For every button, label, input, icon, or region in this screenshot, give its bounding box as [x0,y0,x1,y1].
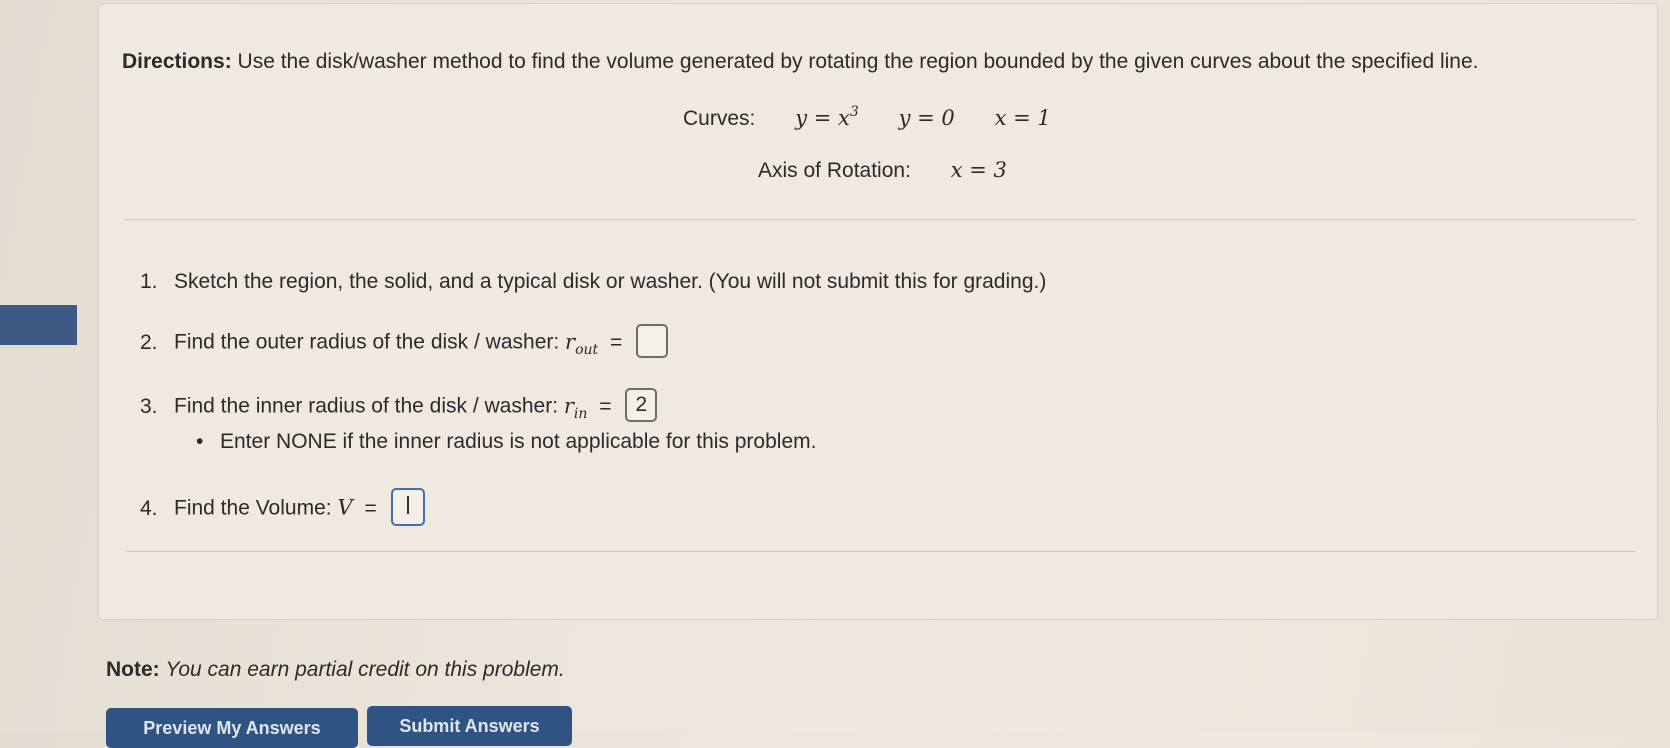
divider-bottom [126,551,1636,552]
directions: Directions: Use the disk/washer method t… [122,50,1622,74]
note: Note: You can earn partial credit on thi… [106,658,565,682]
directions-label: Directions: [122,50,232,73]
note-label: Note: [106,658,160,681]
sidebar-tab[interactable] [0,305,77,345]
equals-sign: = [599,394,612,418]
step-1: 1. Sketch the region, the solid, and a ty… [140,270,1046,294]
step-3-hint: • Enter NONE if the inner radius is not a… [196,430,816,454]
step-4-text: Find the Volume: [174,496,338,520]
step-3-text: Find the inner radius of the disk / wash… [174,394,564,418]
curve-eq-2: y = 0 [898,106,955,130]
step-3-number: 3. [140,394,158,418]
equals-sign: = [364,496,377,520]
curves-row: Curves: y = x3 y = 0 x = 1 [683,104,1051,131]
divider-top [124,219,1636,220]
r-out-variable: rout [565,329,599,358]
axis-label: Axis of Rotation: [758,159,911,182]
step-2: 2. Find the outer radius of the disk / wa… [140,324,669,358]
step-3: 3. Find the inner radius of the disk / wa… [140,388,658,422]
preview-answers-button[interactable]: Preview My Answers [106,708,358,748]
axis-eq: x = 3 [950,158,1007,182]
step-2-number: 2. [140,330,158,354]
inner-radius-input[interactable]: 2 [625,388,658,422]
curve-eq-1: y = x3 [795,104,859,130]
bullet-icon: • [196,430,204,453]
step-4: 4. Find the Volume: V = [140,488,425,526]
step-3-hint-text: Enter NONE if the inner radius is not ap… [220,430,817,453]
directions-text: Use the disk/washer method to find the v… [237,50,1479,73]
volume-variable: V [337,495,353,520]
r-in-variable: rin [563,393,588,422]
note-text: You can earn partial credit on this prob… [165,658,565,681]
volume-input[interactable] [390,488,425,526]
step-2-text: Find the outer radius of the disk / wash… [174,330,566,354]
step-1-number: 1. [140,270,158,293]
step-4-number: 4. [140,496,158,520]
equals-sign: = [610,330,623,354]
problem-card [98,3,1658,620]
text-cursor-icon [406,496,409,515]
curves-label: Curves: [683,107,756,130]
outer-radius-input[interactable] [636,324,669,358]
step-1-text: Sketch the region, the solid, and a typi… [174,270,1047,293]
submit-answers-button[interactable]: Submit Answers [367,706,572,746]
curve-eq-3: x = 1 [994,106,1051,130]
axis-row: Axis of Rotation: x = 3 [758,158,1007,183]
